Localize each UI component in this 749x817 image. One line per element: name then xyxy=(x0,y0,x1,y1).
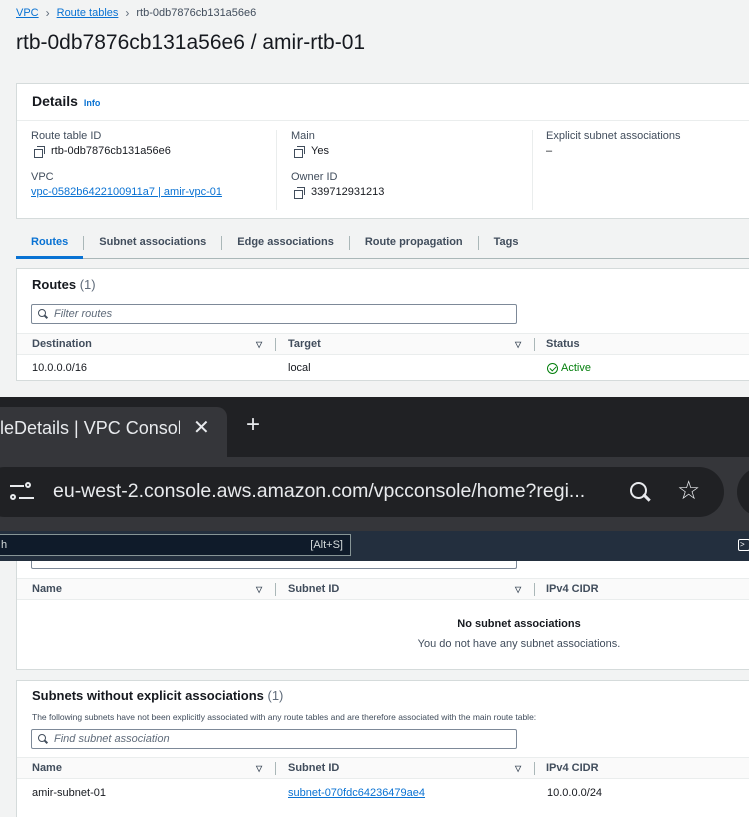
subnets-without-associations-panel: Subnets without explicit associations (1… xyxy=(16,680,749,817)
filter-routes-placeholder: Filter routes xyxy=(54,308,113,320)
details-header: Details Info xyxy=(17,84,749,121)
table-row: amir-subnet-01 subnet-070fdc64236479ae4 … xyxy=(17,781,749,805)
main-label: Main xyxy=(291,130,315,142)
without-assoc-header: Subnets without explicit associations (1… xyxy=(17,681,749,703)
column-header-target[interactable]: Target xyxy=(288,334,321,354)
cloudshell-icon[interactable]: > xyxy=(738,539,749,551)
new-tab-plus-icon[interactable]: + xyxy=(246,411,260,439)
route-table-id-text: rtb-0db7876cb131a56e6 xyxy=(51,145,171,157)
route-destination: 10.0.0.0/16 xyxy=(32,362,88,374)
without-assoc-description: The following subnets have not been expl… xyxy=(32,712,537,722)
routes-panel: Routes (1) Filter routes Destination ▽ T… xyxy=(16,268,749,381)
without-assoc-heading: Subnets without explicit associations xyxy=(32,688,264,703)
copy-icon[interactable] xyxy=(34,145,45,158)
sort-down-icon[interactable]: ▽ xyxy=(256,340,262,349)
routes-heading: Routes xyxy=(32,277,77,292)
vpc-label: VPC xyxy=(31,171,54,183)
main-text: Yes xyxy=(311,145,329,157)
browser-window-chrome: leDetails | VPC Console ✕ + eu-west-2.co… xyxy=(0,397,749,531)
empty-state-message: You do not have any subnet associations. xyxy=(417,638,621,650)
page-title: rtb-0db7876cb131a56e6 / amir-rtb-01 xyxy=(16,31,366,54)
browser-tab[interactable]: leDetails | VPC Console ✕ xyxy=(0,407,227,457)
route-status: Active xyxy=(547,356,591,380)
url-text[interactable]: eu-west-2.console.aws.amazon.com/vpccons… xyxy=(53,480,585,503)
details-column-2: Main Yes Owner ID 339712931213 xyxy=(276,130,384,210)
owner-id-text: 339712931213 xyxy=(311,186,385,198)
breadcrumb: VPC › Route tables › rtb-0db7876cb131a56… xyxy=(16,6,256,20)
copy-icon[interactable] xyxy=(294,145,305,158)
column-header-subnet-id[interactable]: Subnet ID xyxy=(288,579,339,599)
main-value: Yes xyxy=(291,145,384,158)
close-icon[interactable]: ✕ xyxy=(193,415,210,440)
tab-tags[interactable]: Tags xyxy=(479,232,534,258)
column-header-name[interactable]: Name xyxy=(32,758,62,778)
details-heading: Details xyxy=(32,93,78,109)
tab-subnet-associations[interactable]: Subnet associations xyxy=(84,232,221,258)
subnet-cidr: 10.0.0.0/24 xyxy=(547,787,603,799)
tab-route-propagation[interactable]: Route propagation xyxy=(350,232,478,258)
column-header-ipv4-cidr[interactable]: IPv4 CIDR xyxy=(546,758,599,778)
sort-down-icon[interactable]: ▽ xyxy=(256,764,262,773)
site-settings-icon[interactable] xyxy=(10,481,40,503)
details-column-3: Explicit subnet associations – xyxy=(532,130,681,210)
column-header-name[interactable]: Name xyxy=(32,579,62,599)
profile-button[interactable] xyxy=(737,467,749,517)
chevron-right-icon: › xyxy=(45,6,50,20)
find-subnet-association-input[interactable]: Find subnet association xyxy=(31,729,517,749)
empty-state-title: No subnet associations xyxy=(457,618,581,630)
explicit-subnet-associations-panel: Name ▽ Subnet ID ▽ IPv4 CIDR No subnet a… xyxy=(16,548,749,670)
route-table-id-value: rtb-0db7876cb131a56e6 xyxy=(31,145,222,158)
owner-id-label: Owner ID xyxy=(291,171,338,183)
aws-search-text: h xyxy=(1,539,8,551)
check-circle-icon xyxy=(547,362,558,374)
subnet-name: amir-subnet-01 xyxy=(32,787,106,799)
explicit-subnet-associations-label: Explicit subnet associations xyxy=(546,130,681,142)
sort-down-icon[interactable]: ▽ xyxy=(515,764,521,773)
subnet-id-link[interactable]: subnet-070fdc64236479ae4 xyxy=(288,781,425,805)
route-target: local xyxy=(288,362,311,374)
tab-edge-associations[interactable]: Edge associations xyxy=(222,232,349,258)
aws-search-shortcut: [Alt+S] xyxy=(310,539,343,551)
route-table-id-label: Route table ID xyxy=(31,130,102,142)
search-icon xyxy=(38,734,48,744)
owner-id-value: 339712931213 xyxy=(291,186,385,199)
table-row: 10.0.0.0/16 local Active xyxy=(17,356,749,380)
zoom-icon[interactable] xyxy=(628,480,652,504)
breadcrumb-vpc-link[interactable]: VPC xyxy=(16,7,39,19)
sort-down-icon[interactable]: ▽ xyxy=(515,340,521,349)
explicit-table-header: Name ▽ Subnet ID ▽ IPv4 CIDR xyxy=(17,578,749,600)
column-header-status[interactable]: Status xyxy=(546,334,580,354)
aws-search-input[interactable]: h [Alt+S] xyxy=(0,534,351,556)
vpc-link[interactable]: vpc-0582b6422100911a7 | amir-vpc-01 xyxy=(31,186,222,198)
address-bar[interactable]: eu-west-2.console.aws.amazon.com/vpccons… xyxy=(0,467,724,517)
routes-header: Routes (1) xyxy=(17,269,749,292)
tab-routes[interactable]: Routes xyxy=(16,232,84,259)
bookmark-star-icon[interactable]: ☆ xyxy=(677,475,700,506)
sort-down-icon[interactable]: ▽ xyxy=(256,585,262,594)
chevron-right-icon: › xyxy=(125,6,130,20)
column-header-subnet-id[interactable]: Subnet ID xyxy=(288,758,339,778)
explicit-subnet-associations-value: – xyxy=(546,145,553,157)
route-status-text: Active xyxy=(561,362,591,374)
find-subnet-placeholder: Find subnet association xyxy=(54,733,170,745)
tab-bar: Routes Subnet associations Edge associat… xyxy=(16,232,749,259)
copy-icon[interactable] xyxy=(294,186,305,199)
breadcrumb-current: rtb-0db7876cb131a56e6 xyxy=(136,7,257,19)
column-header-destination[interactable]: Destination xyxy=(32,334,92,354)
without-assoc-count: (1) xyxy=(267,688,284,703)
breadcrumb-route-tables-link[interactable]: Route tables xyxy=(57,7,119,19)
routes-count: (1) xyxy=(79,277,96,292)
details-column-1: Route table ID rtb-0db7876cb131a56e6 VPC… xyxy=(17,130,222,210)
column-header-ipv4-cidr[interactable]: IPv4 CIDR xyxy=(546,579,599,599)
search-icon xyxy=(38,309,48,319)
info-link[interactable]: Info xyxy=(84,98,101,108)
sort-down-icon[interactable]: ▽ xyxy=(515,585,521,594)
details-panel: Details Info Route table ID rtb-0db7876c… xyxy=(16,83,749,219)
without-table-header: Name ▽ Subnet ID ▽ IPv4 CIDR xyxy=(17,757,749,779)
routes-table-header: Destination ▽ Target ▽ Status xyxy=(17,333,749,355)
filter-routes-input[interactable]: Filter routes xyxy=(31,304,517,324)
browser-toolbar: eu-west-2.console.aws.amazon.com/vpccons… xyxy=(0,457,749,531)
aws-nav-bar: h [Alt+S] > xyxy=(0,531,749,561)
browser-tab-title: leDetails | VPC Console xyxy=(0,418,180,438)
